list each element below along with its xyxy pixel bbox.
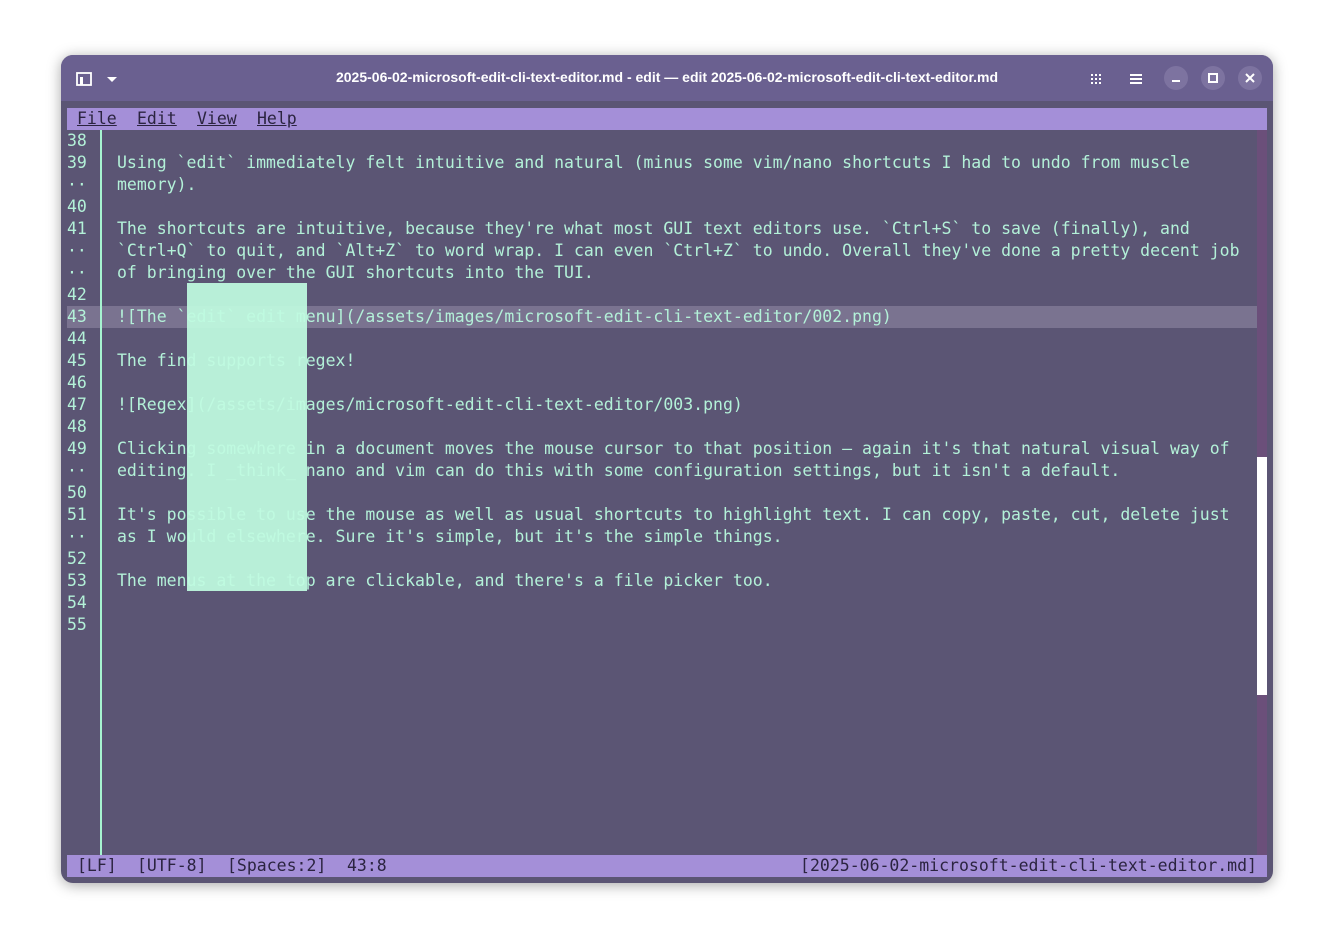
editor-line[interactable]: 40 [61, 196, 1257, 218]
mouse-selection-highlight [187, 283, 307, 591]
text-editor[interactable]: 38 39 Using `edit` immediately felt intuit… [61, 130, 1273, 855]
editor-line[interactable]: ·· of bringing over the GUI shortcuts int… [61, 262, 1257, 284]
editor-line[interactable]: ·· `Ctrl+Q` to quit, and `Alt+Z` to word … [61, 240, 1257, 262]
line-number: 50 [67, 483, 87, 502]
line-ending-status[interactable]: [LF] [77, 855, 117, 877]
line-number: ·· [67, 263, 87, 282]
line-number: 43 [67, 307, 87, 326]
line-number: ·· [67, 527, 87, 546]
line-number: 47 [67, 395, 87, 414]
line-number: ·· [67, 175, 87, 194]
minimize-button[interactable] [1164, 66, 1188, 90]
line-number: 38 [67, 131, 87, 150]
line-text[interactable]: of bringing over the GUI shortcuts into … [117, 262, 594, 284]
minimize-icon [1172, 80, 1180, 82]
editor-line[interactable]: 54 [61, 592, 1257, 614]
editor-line[interactable]: 39 Using `edit` immediately felt intuitiv… [61, 152, 1257, 174]
line-number: 39 [67, 153, 87, 172]
menu-bar: File Edit View Help [67, 108, 1267, 130]
line-number: 45 [67, 351, 87, 370]
indent-status[interactable]: [Spaces:2] [227, 855, 326, 877]
line-number: 51 [67, 505, 87, 524]
filename-status[interactable]: [2025-06-02-microsoft-edit-cli-text-edit… [800, 855, 1257, 877]
line-text[interactable]: Using `edit` immediately felt intuitive … [117, 152, 1190, 174]
editor-line[interactable]: 41 The shortcuts are intuitive, because t… [61, 218, 1257, 240]
close-button[interactable] [1238, 66, 1262, 90]
menu-file[interactable]: File [77, 109, 117, 128]
line-text[interactable]: `Ctrl+Q` to quit, and `Alt+Z` to word wr… [117, 240, 1240, 262]
line-text[interactable]: memory). [117, 174, 196, 196]
line-number: 48 [67, 417, 87, 436]
line-number: ·· [67, 461, 87, 480]
editor-line[interactable]: 38 [61, 130, 1257, 152]
maximize-icon [1208, 73, 1218, 83]
scrollbar-thumb[interactable] [1257, 457, 1267, 695]
title-bar[interactable]: 2025-06-02-microsoft-edit-cli-text-edito… [61, 55, 1273, 101]
encoding-status[interactable]: [UTF-8] [137, 855, 207, 877]
line-number: 52 [67, 549, 87, 568]
editor-window: 2025-06-02-microsoft-edit-cli-text-edito… [61, 55, 1273, 883]
gutter-divider [100, 130, 102, 855]
editor-line[interactable]: 55 [61, 614, 1257, 636]
menu-edit[interactable]: Edit [137, 109, 177, 128]
cursor-position[interactable]: 43:8 [347, 855, 387, 877]
line-number: 54 [67, 593, 87, 612]
line-number: ·· [67, 241, 87, 260]
line-number: 49 [67, 439, 87, 458]
menu-help[interactable]: Help [257, 109, 297, 128]
line-number: 44 [67, 329, 87, 348]
hamburger-menu-icon[interactable] [1127, 70, 1145, 88]
line-number: 42 [67, 285, 87, 304]
maximize-button[interactable] [1201, 66, 1225, 90]
line-number: 46 [67, 373, 87, 392]
line-number: 41 [67, 219, 87, 238]
editor-line[interactable]: ·· memory). [61, 174, 1257, 196]
close-icon [1245, 73, 1255, 83]
line-number: 55 [67, 615, 87, 634]
menu-view[interactable]: View [197, 109, 237, 128]
line-text[interactable]: The shortcuts are intuitive, because the… [117, 218, 1190, 240]
status-bar: [LF] [UTF-8] [Spaces:2] 43:8 [2025-06-02… [67, 855, 1267, 877]
line-number: 53 [67, 571, 87, 590]
line-number: 40 [67, 197, 87, 216]
grid-icon[interactable] [1087, 70, 1105, 88]
